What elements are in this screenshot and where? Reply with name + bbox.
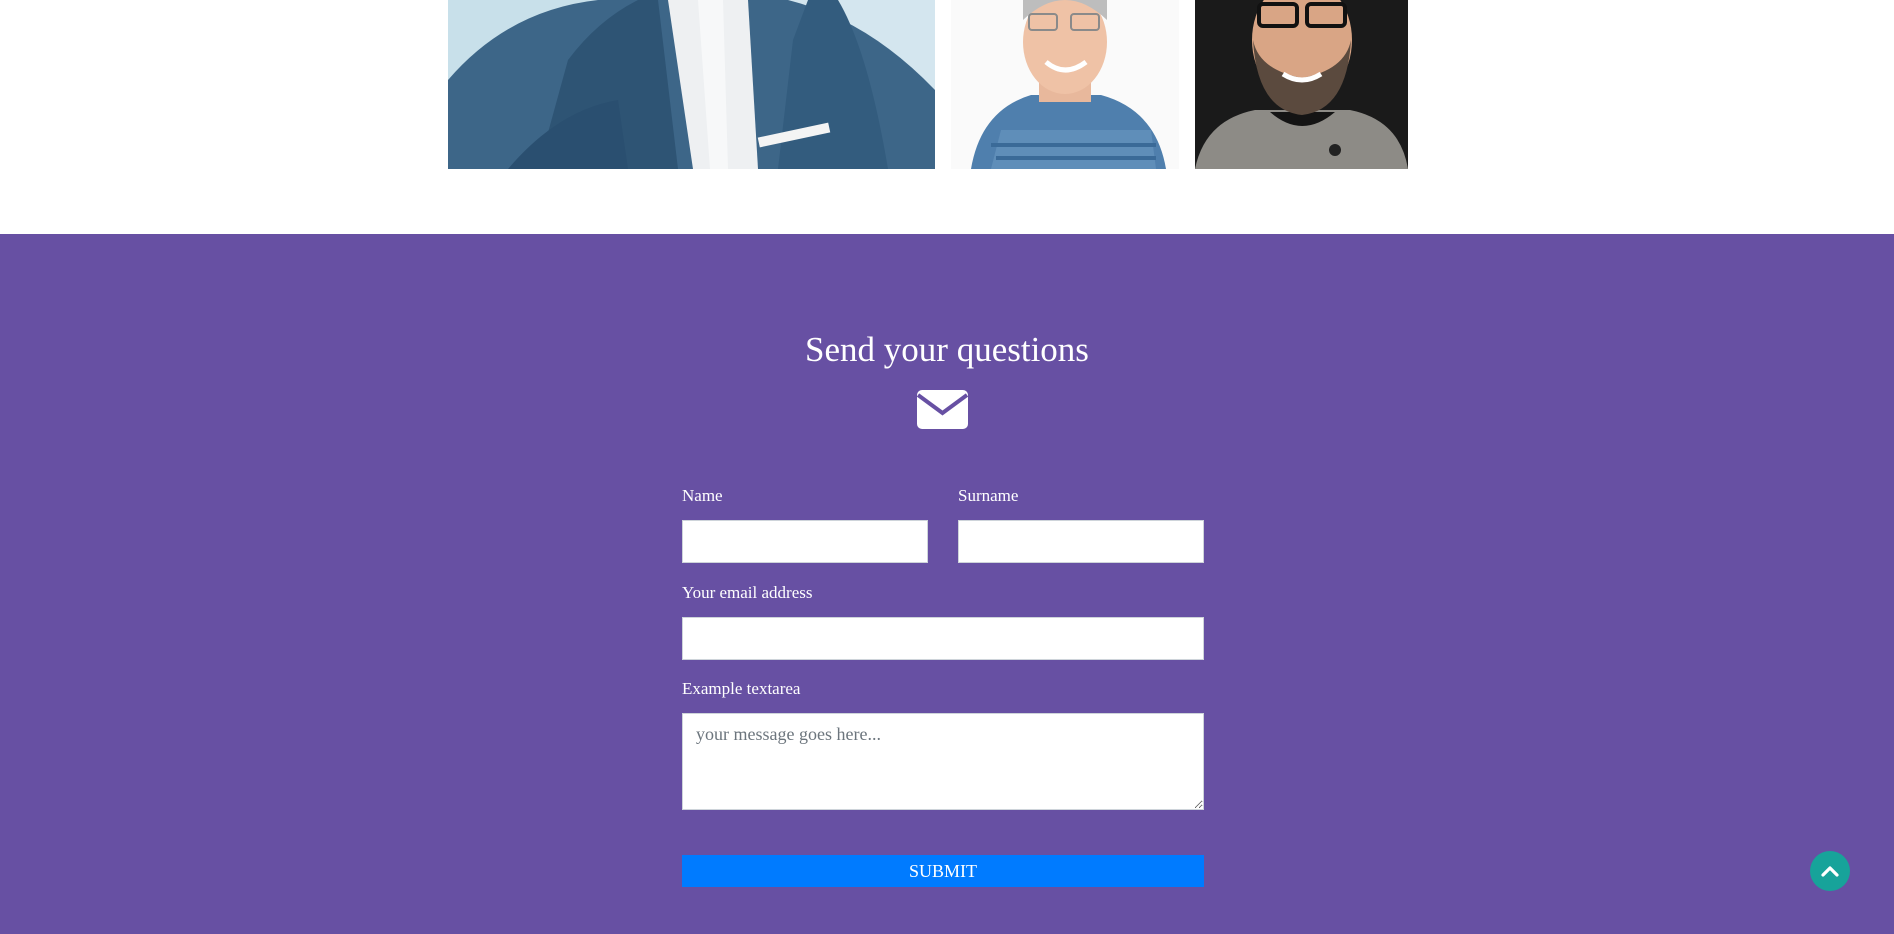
contact-section: Send your questions Name Surname Your em… bbox=[0, 234, 1894, 934]
team-photo-suit-man bbox=[448, 0, 935, 169]
message-textarea[interactable] bbox=[682, 713, 1204, 810]
email-input[interactable] bbox=[682, 617, 1204, 660]
surname-input[interactable] bbox=[958, 520, 1204, 563]
chevron-up-icon bbox=[1821, 866, 1839, 877]
team-photos-row bbox=[0, 0, 1894, 234]
team-photo-grey-haired-man bbox=[951, 0, 1179, 169]
surname-label: Surname bbox=[958, 486, 1019, 505]
team-photo-bearded-man bbox=[1195, 0, 1408, 169]
name-input[interactable] bbox=[682, 520, 928, 563]
email-label: Your email address bbox=[682, 583, 813, 602]
submit-button[interactable]: SUBMIT bbox=[682, 855, 1204, 887]
back-to-top-button[interactable] bbox=[1810, 851, 1850, 891]
contact-title: Send your questions bbox=[805, 330, 1089, 369]
textarea-label: Example textarea bbox=[682, 679, 801, 698]
name-label: Name bbox=[682, 486, 723, 505]
envelope-icon bbox=[917, 390, 968, 429]
